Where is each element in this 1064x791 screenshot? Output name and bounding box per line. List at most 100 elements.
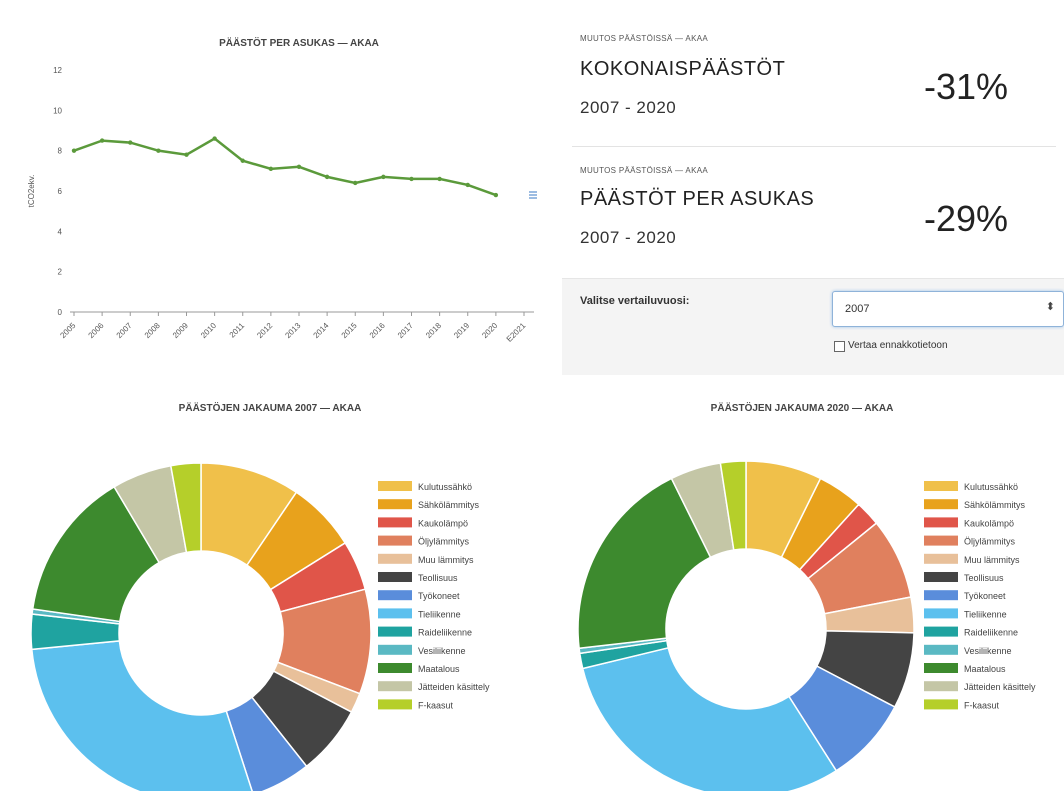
legend-label: Kulutussähkö xyxy=(418,482,472,492)
legend-label: Kulutussähkö xyxy=(964,482,1018,492)
legend-swatch xyxy=(924,699,958,710)
legend-label: Työkoneet xyxy=(964,591,1006,601)
legend-label: F-kaasut xyxy=(418,700,454,710)
x-tick-label: 2010 xyxy=(199,321,218,340)
legend-label: Vesiliikenne xyxy=(964,646,1012,656)
stat-title: KOKONAISPÄÄSTÖT xyxy=(580,58,786,80)
legend-label: Raideliikenne xyxy=(964,628,1018,638)
line-chart: PÄÄSTÖT PER ASUKAS — AKAA tCO2ekv. 0 2 4 6 8 10… xyxy=(27,36,537,344)
series-line xyxy=(73,137,497,197)
menu-icon xyxy=(529,191,537,199)
legend-swatch xyxy=(924,644,958,655)
x-tick-label: 2014 xyxy=(312,321,331,340)
x-tick-label: 2017 xyxy=(396,321,415,340)
data-point xyxy=(437,176,442,182)
legend-swatch xyxy=(924,553,958,564)
compare-checkbox-label[interactable]: Vertaa ennakkotietoon xyxy=(848,340,948,351)
legend-swatch xyxy=(924,681,958,692)
legend-label: Sähkölämmitys xyxy=(418,500,480,510)
y-tick-label: 10 xyxy=(53,106,62,115)
legend-swatch xyxy=(924,590,958,601)
legend-swatch xyxy=(378,535,412,546)
y-tick-label: 4 xyxy=(58,227,63,236)
data-point xyxy=(99,138,105,143)
legend-swatch xyxy=(924,517,958,528)
legend-label: Kaukolämpö xyxy=(964,518,1014,528)
legend-swatch xyxy=(378,572,412,582)
comparison-controls: Valitse vertailuvuosi: 2007 ⬍ Vertaa enn… xyxy=(562,278,1064,375)
legend-label: Öljylämmitys xyxy=(418,537,469,547)
legend-swatch xyxy=(378,608,412,619)
year-select[interactable]: 2007 ⬍ xyxy=(832,291,1064,327)
legend-swatch xyxy=(924,626,958,637)
x-tick-label: 2013 xyxy=(283,321,302,340)
chart-title: PÄÄSTÖJEN JAKAUMA 2007 — AKAA xyxy=(179,401,362,414)
x-tick-label: 2012 xyxy=(255,321,274,340)
stat-value: -31% xyxy=(923,66,1008,107)
x-tick-label: 2005 xyxy=(58,321,77,340)
data-point xyxy=(296,164,302,169)
chart-title: PÄÄSTÖT PER ASUKAS — AKAA xyxy=(219,36,379,49)
line-chart-panel: PÄÄSTÖT PER ASUKAS — AKAA tCO2ekv. 0 2 4 6 8 10… xyxy=(12,10,544,365)
y-tick-label: 12 xyxy=(53,66,62,75)
legend-label: Maatalous xyxy=(964,664,1006,674)
legend-label: Kaukolämpö xyxy=(418,518,468,528)
data-point xyxy=(71,148,77,153)
legend-swatch xyxy=(924,535,958,546)
donut-chart-2020: PÄÄSTÖJEN JAKAUMA 2020 — AKAA Kulutussähk… xyxy=(577,401,1036,791)
donut-slice xyxy=(581,646,838,791)
legend-swatch xyxy=(378,481,412,491)
legend-swatch xyxy=(924,499,958,510)
legend-label: Jätteiden käsittely xyxy=(964,682,1036,692)
x-tick-label: 2011 xyxy=(228,321,247,340)
year-select-value: 2007 xyxy=(845,303,870,315)
x-tick-label: 2018 xyxy=(424,321,443,340)
x-tick-label: 2020 xyxy=(480,321,499,340)
data-point xyxy=(128,140,133,145)
legend-swatch xyxy=(924,663,958,673)
legend-label: F-kaasut xyxy=(964,700,1000,710)
x-tick-label: 2016 xyxy=(368,321,387,340)
x-tick-label: 2006 xyxy=(87,321,106,340)
legend-swatch xyxy=(378,517,412,528)
stat-title: PÄÄSTÖT PER ASUKAS xyxy=(580,188,815,210)
x-tick-label: 2009 xyxy=(171,321,190,340)
legend-swatch xyxy=(378,663,412,673)
legend-label: Tieliikenne xyxy=(418,609,461,619)
donut-chart-2007: PÄÄSTÖJEN JAKAUMA 2007 — AKAA Kulutussähk… xyxy=(30,401,490,791)
x-tick-label: 2015 xyxy=(340,321,359,340)
data-point xyxy=(240,158,245,163)
legend-label: Öljylämmitys xyxy=(964,537,1015,547)
legend-swatch xyxy=(378,590,412,601)
donut-slice xyxy=(30,640,253,791)
legend-label: Jätteiden käsittely xyxy=(418,682,490,692)
y-tick-label: 8 xyxy=(58,147,63,156)
stat-card-per-capita: MUUTOS PÄÄSTÖISSÄ — AKAA PÄÄSTÖT PER ASU… xyxy=(562,150,1064,276)
legend-label: Muu lämmitys xyxy=(964,555,1020,565)
stat-eyebrow: MUUTOS PÄÄSTÖISSÄ — AKAA xyxy=(580,34,708,43)
data-point xyxy=(324,174,330,180)
legend-swatch xyxy=(378,681,412,692)
data-point xyxy=(409,176,414,182)
legend-swatch xyxy=(378,699,412,710)
legend-swatch xyxy=(378,553,412,564)
legend-swatch xyxy=(924,572,958,582)
stat-value: -29% xyxy=(923,198,1008,239)
y-axis-label: tCO2ekv. xyxy=(27,175,36,208)
data-point xyxy=(156,148,161,153)
legend-label: Teollisuus xyxy=(964,573,1004,583)
compare-checkbox[interactable] xyxy=(834,341,845,352)
data-point xyxy=(493,192,499,198)
stat-eyebrow: MUUTOS PÄÄSTÖISSÄ — AKAA xyxy=(580,166,708,175)
stat-period: 2007 - 2020 xyxy=(580,228,677,247)
legend-label: Sähkölämmitys xyxy=(964,500,1026,510)
stats-panel: MUUTOS PÄÄSTÖISSÄ — AKAA KOKONAISPÄÄSTÖT… xyxy=(562,10,1064,375)
x-tick-label: 2019 xyxy=(452,321,471,340)
legend-swatch xyxy=(924,608,958,619)
data-point xyxy=(212,136,217,141)
legend-label: Muu lämmitys xyxy=(418,555,474,565)
legend-swatch xyxy=(378,644,412,655)
x-tick-label: 2008 xyxy=(143,321,162,340)
data-point xyxy=(465,182,470,188)
y-tick-label: 0 xyxy=(58,308,63,317)
